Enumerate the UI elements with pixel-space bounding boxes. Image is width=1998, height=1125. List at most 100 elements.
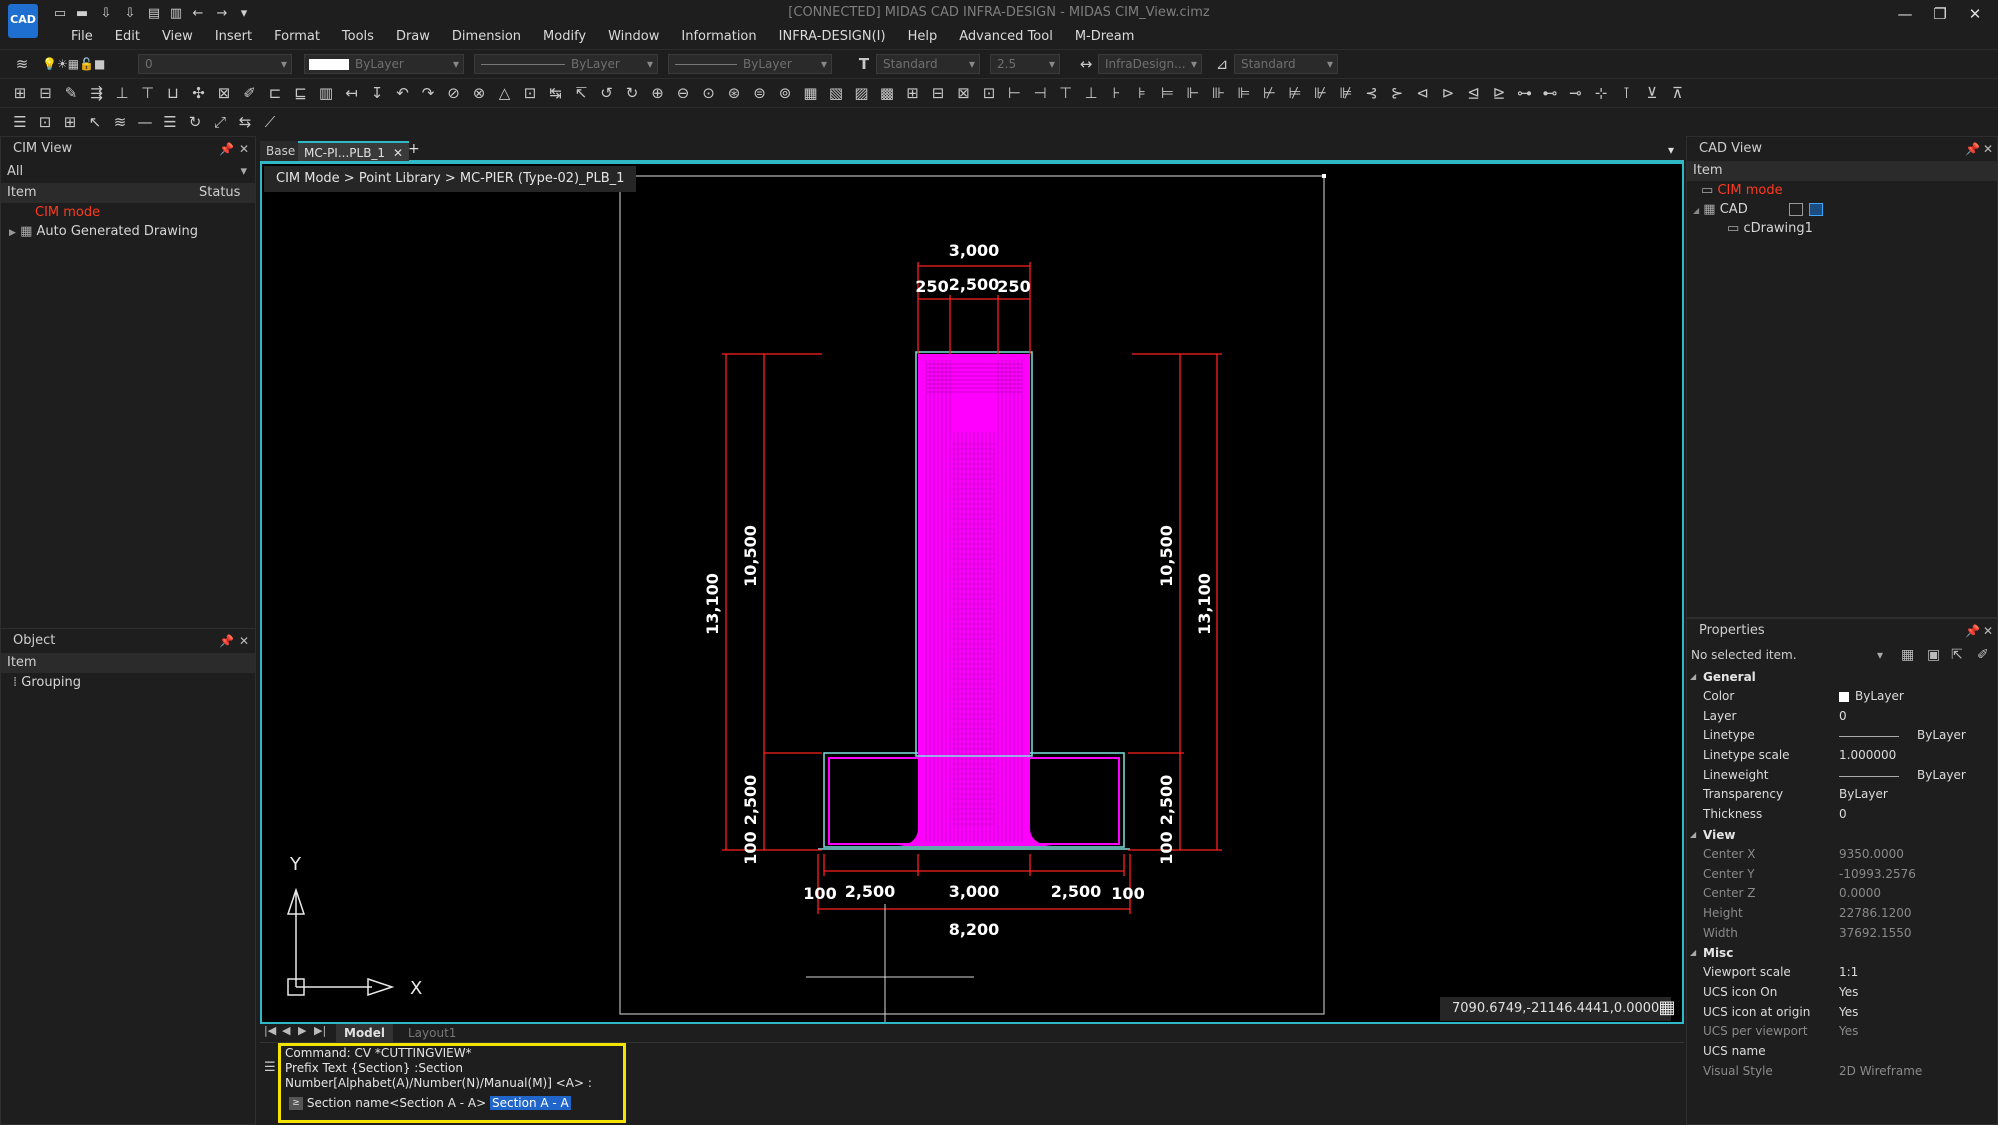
tool-icon[interactable]: ↷ [418,83,438,103]
tool-icon[interactable]: ⊜ [750,83,770,103]
tool-icon[interactable]: ⊔ [163,83,183,103]
tree-item-cim-mode[interactable]: ▭ CIM mode [1687,181,1997,200]
tool-icon[interactable]: ⊤ [1056,83,1076,103]
tool-icon[interactable]: ⊣ [1030,83,1050,103]
property-row[interactable]: Height 22786.1200 [1687,904,1997,924]
tool-icon[interactable]: ⊻ [1642,83,1662,103]
tool-icon[interactable]: ⊕ [648,83,668,103]
tool-icon[interactable]: ⊵ [1489,83,1509,103]
tool-icon[interactable]: ⊡ [979,83,999,103]
tool-icon[interactable]: ↤ [342,83,362,103]
layer-state-icons[interactable]: 💡☀▦🔓■ [42,54,142,74]
command-input[interactable]: Section A - A [489,1096,571,1110]
pin-icon[interactable]: 📌 [1965,142,1980,156]
selection-dropdown[interactable]: No selected item. ▾ ▦ ▣ ⇱ ✐ [1687,643,1997,667]
pickadd-icon[interactable]: ⇱ [1951,643,1963,667]
tool-icon[interactable]: ⊤ [138,83,158,103]
tab-model[interactable]: Model [336,1024,394,1042]
tool-icon[interactable]: ⊞ [60,112,80,132]
tool-icon[interactable]: ▧ [826,83,846,103]
property-row[interactable]: Layer 0 [1687,707,1997,727]
last-layout-icon[interactable]: ▶| [314,1024,326,1037]
tree-item-auto-generated[interactable]: ▶ ▦ Auto Generated Drawing [1,222,255,241]
tool-icon[interactable]: ⊮ [1311,83,1331,103]
property-row[interactable]: Center X 9350.0000 [1687,845,1997,865]
tab-mc-pier[interactable]: MC-PI...PLB_1 ✕ [298,141,410,163]
color-combo[interactable]: ByLayer [304,54,464,74]
tool-icon[interactable]: ☰ [10,112,30,132]
lineweight-combo[interactable]: ByLayer [668,54,832,74]
tool-icon[interactable]: ↺ [597,83,617,103]
dim-style-combo[interactable]: InfraDesign... [1098,54,1202,74]
property-row[interactable]: Lineweight ByLayer [1687,766,1997,786]
tool-icon[interactable]: ⊫ [1234,83,1254,103]
tool-icon[interactable]: ⊙ [699,83,719,103]
tool-icon[interactable]: ⊡ [35,112,55,132]
expand-icon[interactable]: ▶ [9,228,16,238]
tool-icon[interactable]: ✐ [240,83,260,103]
tool-icon[interactable]: ⊚ [775,83,795,103]
tree-item-cad[interactable]: ◢ ▦ CAD [1687,200,1997,219]
tool-icon[interactable]: ✎ [61,83,81,103]
tool-icon[interactable]: ⊥ [1081,83,1101,103]
menu-dimension[interactable]: Dimension [441,27,532,47]
tool-icon[interactable]: ⊟ [36,83,56,103]
tool-icon[interactable]: ⊖ [673,83,693,103]
quick-select-icon[interactable]: ▦ [1901,643,1914,667]
view-grid-icon[interactable]: ▦ [1656,997,1678,1019]
layer-manager-icon[interactable]: ≋ [12,54,32,74]
menu-information[interactable]: Information [670,27,767,47]
text-height-combo[interactable]: 2.5 [990,54,1060,74]
tool-icon[interactable]: ⊷ [1540,83,1560,103]
tool-icon[interactable]: ↧ [367,83,387,103]
tool-icon[interactable]: ✣ [189,83,209,103]
tool-icon[interactable]: ⊠ [954,83,974,103]
tool-icon[interactable]: ⊠ [214,83,234,103]
close-tab-icon[interactable]: ✕ [393,143,403,163]
tool-icon[interactable]: ⊳ [1438,83,1458,103]
restore-button[interactable]: ❐ [1923,2,1957,26]
table-style-icon[interactable]: ⊿ [1212,54,1232,74]
minimize-button[interactable]: — [1888,2,1922,26]
tool-icon[interactable]: ⊑ [291,83,311,103]
collapse-icon[interactable]: ◢ [1693,206,1699,215]
model-view-icon[interactable] [1809,203,1823,216]
pin-icon[interactable]: 📌 [1965,624,1980,638]
table-style-combo[interactable]: Standard [1234,54,1338,74]
pin-icon[interactable]: 📌 [219,634,234,648]
menu-help[interactable]: Help [897,27,949,47]
tool-icon[interactable]: ↹ [546,83,566,103]
property-row[interactable]: Thickness 0 [1687,805,1997,825]
close-panel-icon[interactable]: ✕ [1983,142,1993,156]
menu-draw[interactable]: Draw [385,27,441,47]
tool-icon[interactable]: ↻ [185,112,205,132]
command-menu-icon[interactable]: ☰ [264,1060,276,1075]
menu-file[interactable]: File [60,27,104,47]
drawing-viewport[interactable]: 3,000 250 2,500 250 13,100 10,500 2,500 … [260,162,1684,1024]
tool-icon[interactable]: ⊨ [1158,83,1178,103]
tool-icon[interactable]: ⊭ [1285,83,1305,103]
close-panel-icon[interactable]: ✕ [1983,624,1993,638]
property-row[interactable]: Width 37692.1550 [1687,924,1997,944]
tool-icon[interactable]: ⊡ [520,83,540,103]
menu-insert[interactable]: Insert [204,27,263,47]
tool-icon[interactable]: ▥ [316,83,336,103]
linetype-combo[interactable]: ByLayer [474,54,658,74]
tool-icon[interactable]: ▦ [801,83,821,103]
tool-icon[interactable]: ⇶ [87,83,107,103]
close-panel-icon[interactable]: ✕ [239,142,249,156]
property-row[interactable]: UCS icon at origin Yes [1687,1003,1997,1023]
menu-advanced-tool[interactable]: Advanced Tool [948,27,1064,47]
tab-base[interactable]: Base [260,141,302,161]
property-row[interactable]: Linetype ByLayer [1687,726,1997,746]
tool-icon[interactable]: ⊰ [1362,83,1382,103]
property-row[interactable]: Visual Style 2D Wireframe [1687,1062,1997,1082]
add-tab-icon[interactable]: + [408,141,420,157]
tool-icon[interactable]: ⟋ [260,112,280,132]
tool-icon[interactable]: ⊟ [928,83,948,103]
menu-edit[interactable]: Edit [104,27,151,47]
tool-icon[interactable]: ▩ [877,83,897,103]
property-row[interactable]: Color ByLayer [1687,687,1997,707]
tool-icon[interactable]: — [135,112,155,132]
tool-icon[interactable]: ⤢ [210,112,230,132]
